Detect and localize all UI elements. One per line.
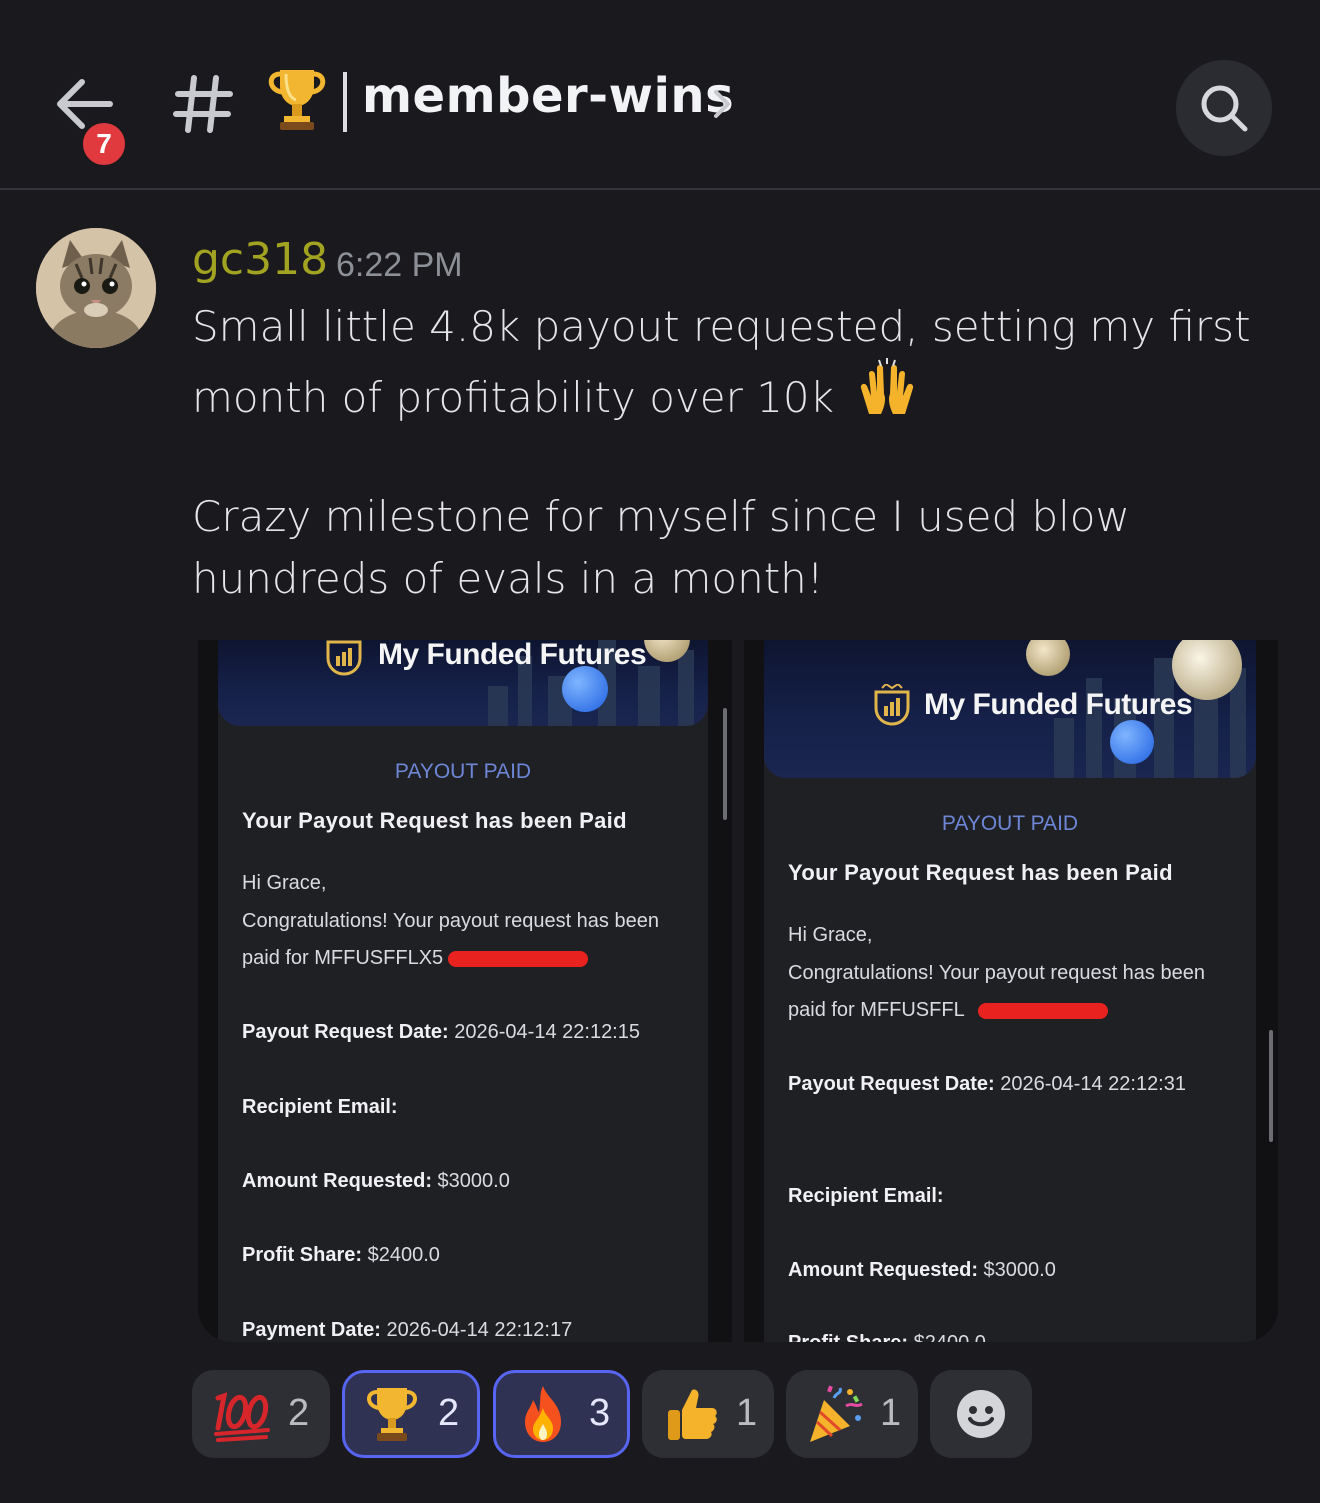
field-label: Profit Share: <box>788 1332 908 1342</box>
reaction-count: 3 <box>589 1392 611 1434</box>
email-title: Your Payout Request has been Paid <box>242 808 627 833</box>
reaction-count: 2 <box>288 1392 310 1434</box>
raising-hands-icon <box>861 358 914 414</box>
field-profit-share: Profit Share: $2400.0 <box>242 1244 440 1267</box>
smiley-add-icon <box>957 1390 1005 1438</box>
email-body: paid for MFFUSFFLX5 <box>242 947 444 969</box>
reaction-count: 1 <box>736 1392 758 1434</box>
payout-status-label: PAYOUT PAID <box>394 760 532 783</box>
channel-header: 7 member-wins <box>0 0 1320 190</box>
cat-avatar-icon <box>36 228 156 348</box>
field-label: Amount Requested: <box>242 1170 432 1192</box>
channel-name[interactable]: member-wins <box>362 68 734 124</box>
field-value: $3000.0 <box>432 1170 510 1192</box>
channel-name-separator <box>343 72 347 132</box>
reaction-100[interactable]: 2 <box>192 1370 330 1458</box>
reaction-party-popper[interactable]: 1 <box>786 1370 918 1458</box>
field-label: Payment Date: <box>242 1319 381 1341</box>
field-payout-request-date: Payout Request Date: 2026-04-14 22:12:31 <box>788 1073 1186 1096</box>
field-recipient-email: Recipient Email: <box>788 1185 944 1208</box>
email-body: paid for MFFUSFFL <box>788 999 965 1021</box>
field-value: 2026-04-14 22:12:17 <box>380 1319 573 1341</box>
search-button[interactable] <box>1176 60 1272 156</box>
trophy-icon <box>367 1388 417 1441</box>
search-icon <box>1201 85 1248 132</box>
fire-icon <box>525 1386 561 1442</box>
email-screenshot: My Funded Futures PAYOUT PAID Your Payou… <box>764 640 1256 1342</box>
email-banner: My Funded Futures <box>764 640 1256 778</box>
message-text-line: Small little 4.8k payout requested, sett… <box>192 302 1251 351</box>
message-text-line: Crazy milestone for myself since I used … <box>192 492 1130 541</box>
email-body: Congratulations! Your payout request has… <box>242 910 659 932</box>
hash-icon <box>173 75 233 133</box>
brand-name: My Funded Futures <box>378 640 647 671</box>
image-attachment[interactable]: My Funded Futures PAYOUT PAID Your Payou… <box>744 640 1278 1342</box>
email-body: Congratulations! Your payout request has… <box>788 962 1205 984</box>
field-profit-share: Profit Share: $2400.0 <box>788 1332 986 1342</box>
email-title: Your Payout Request has been Paid <box>788 860 1173 885</box>
thumbs-up-icon <box>668 1389 717 1440</box>
redaction-mark <box>448 951 588 967</box>
scrollbar[interactable] <box>1269 1030 1273 1142</box>
field-label: Profit Share: <box>242 1244 363 1266</box>
field-value: 2026-04-14 22:12:31 <box>994 1073 1186 1095</box>
message-timestamp: 6:22 PM <box>336 246 463 284</box>
reaction-thumbs-up[interactable]: 1 <box>642 1370 774 1458</box>
payout-status-label: PAYOUT PAID <box>941 812 1079 835</box>
scrollbar[interactable] <box>723 708 727 820</box>
message-text-line: hundreds of evals in a month! <box>192 554 824 603</box>
party-popper-icon <box>810 1385 863 1442</box>
email-greeting: Hi Grace, <box>788 924 873 946</box>
image-attachment[interactable]: My Funded Futures PAYOUT PAID Your Payou… <box>198 640 732 1342</box>
field-label: Payout Request Date: <box>788 1073 995 1095</box>
field-payment-date: Payment Date: 2026-04-14 22:12:17 <box>242 1319 572 1342</box>
field-amount-requested: Amount Requested: $3000.0 <box>788 1259 1056 1282</box>
field-amount-requested: Amount Requested: $3000.0 <box>242 1170 510 1193</box>
field-label: Payout Request Date: <box>242 1021 449 1043</box>
email-greeting: Hi Grace, <box>242 872 327 894</box>
field-value: $2400.0 <box>362 1244 440 1266</box>
email-screenshot: My Funded Futures PAYOUT PAID Your Payou… <box>218 640 708 1342</box>
field-recipient-email: Recipient Email: <box>242 1096 398 1119</box>
reaction-count: 2 <box>438 1392 460 1434</box>
trophy-icon <box>268 70 326 130</box>
field-value: 2026-04-14 22:12:15 <box>448 1021 640 1043</box>
field-value: $3000.0 <box>978 1259 1056 1281</box>
100-icon <box>214 1392 270 1442</box>
reaction-trophy[interactable]: 2 <box>342 1370 480 1458</box>
add-reaction-button[interactable] <box>930 1370 1032 1458</box>
brand-logo-icon <box>874 684 910 726</box>
field-label: Recipient Email: <box>788 1185 944 1207</box>
field-label: Amount Requested: <box>788 1259 978 1281</box>
message-text-fragment: month of profitability over 10k <box>192 373 834 422</box>
field-value: $2400.0 <box>908 1332 986 1342</box>
unread-badge: 7 <box>79 119 129 169</box>
brand-name: My Funded Futures <box>924 688 1193 721</box>
redaction-mark <box>978 1003 1108 1019</box>
brand-logo-icon <box>326 640 362 676</box>
reaction-fire[interactable]: 3 <box>493 1370 630 1458</box>
field-label: Recipient Email: <box>242 1096 398 1118</box>
avatar[interactable] <box>36 228 156 348</box>
message-author[interactable]: gc318 <box>192 234 328 285</box>
email-banner: My Funded Futures <box>218 640 708 726</box>
reaction-count: 1 <box>880 1392 902 1434</box>
field-payout-request-date: Payout Request Date: 2026-04-14 22:12:15 <box>242 1021 640 1044</box>
chevron-right-icon[interactable] <box>708 86 736 122</box>
message-text-line: month of profitability over 10k <box>192 358 1292 429</box>
